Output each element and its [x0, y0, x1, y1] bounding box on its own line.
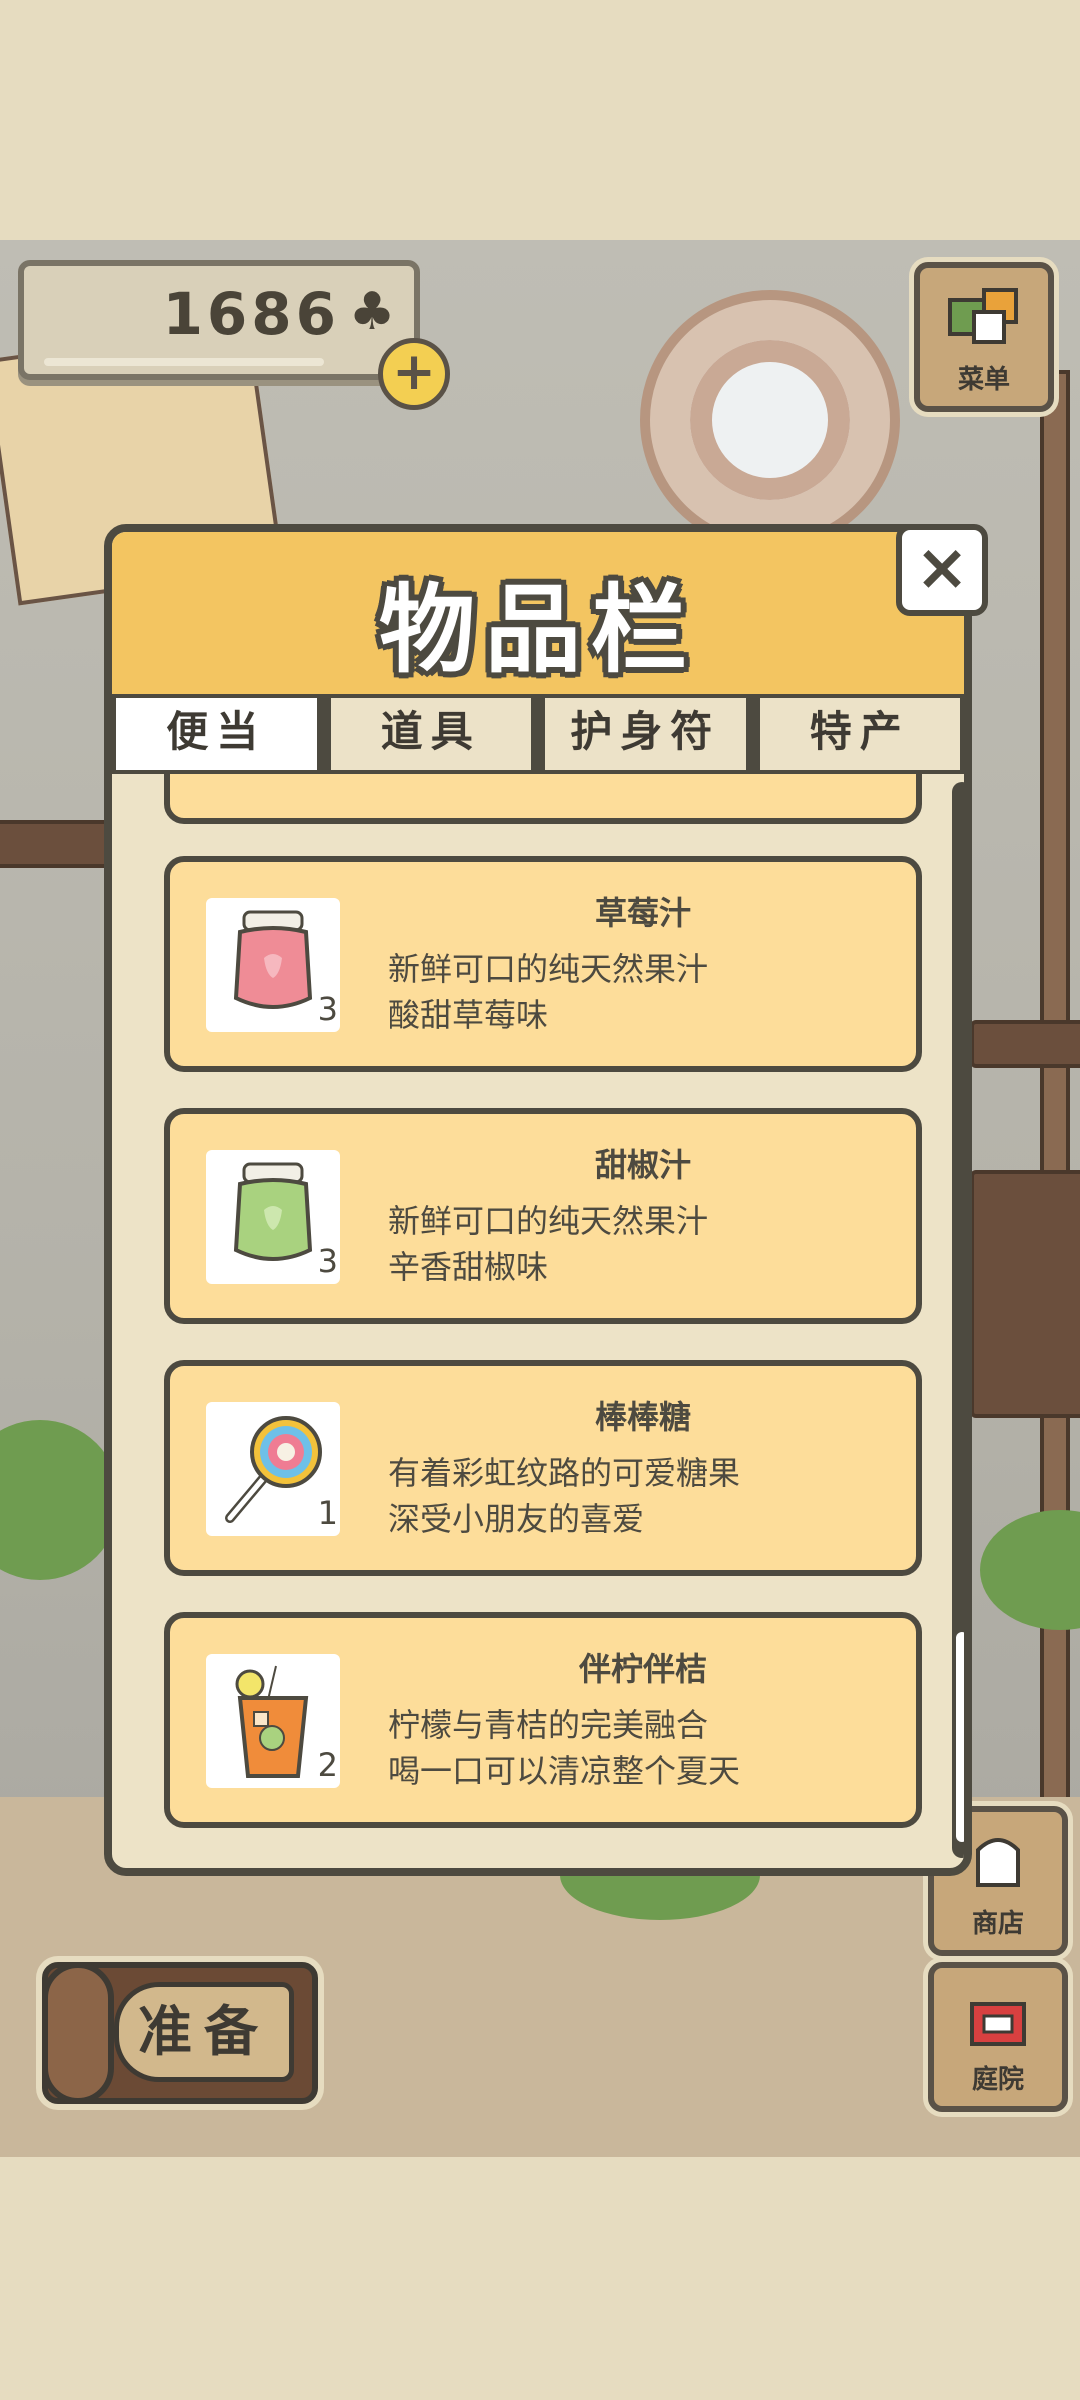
list-item[interactable]: 3 草莓汁 新鲜可口的纯天然果汁 酸甜草莓味	[164, 856, 922, 1072]
item-desc-line: 新鲜可口的纯天然果汁	[388, 1202, 709, 1240]
close-button[interactable]: ×	[896, 524, 988, 616]
clover-bar	[44, 358, 324, 366]
shelf-left	[0, 820, 118, 868]
clover-count: 1686	[162, 280, 340, 348]
grass-patch	[0, 1420, 120, 1580]
menu-label: 菜单	[957, 365, 1010, 395]
item-thumb: 1	[206, 1402, 340, 1536]
tab-bento[interactable]: 便当	[112, 694, 321, 774]
item-thumb: 2	[206, 1654, 340, 1788]
item-quantity: 1	[317, 1494, 338, 1532]
scrollbar-track[interactable]	[952, 782, 964, 1858]
grass-patch	[980, 1510, 1080, 1630]
item-name: 草莓汁	[594, 894, 691, 932]
item-desc-line: 喝一口可以清凉整个夏天	[388, 1752, 741, 1790]
add-clover-button[interactable]: +	[378, 338, 450, 410]
table-right	[970, 1170, 1080, 1418]
item-name: 伴柠伴桔	[578, 1650, 707, 1688]
shop-label: 商店	[971, 1909, 1024, 1939]
garden-house-icon	[970, 2002, 1026, 2046]
tab-tools[interactable]: 道具	[326, 694, 535, 774]
item-description: 有着彩虹纹路的可爱糖果 深受小朋友的喜爱	[388, 1450, 740, 1542]
item-desc-line: 有着彩虹纹路的可爱糖果	[388, 1454, 741, 1492]
item-quantity: 3	[317, 990, 338, 1028]
modal-header: 物品栏	[112, 532, 964, 694]
item-thumb: 3	[206, 1150, 340, 1284]
item-desc-line: 新鲜可口的纯天然果汁	[388, 950, 709, 988]
item-desc-line: 辛香甜椒味	[388, 1248, 549, 1286]
tab-specialty[interactable]: 特产	[755, 694, 964, 774]
item-thumb: 3	[206, 898, 340, 1032]
tab-charms[interactable]: 护身符	[541, 694, 750, 774]
garden-button[interactable]: 庭院	[928, 1962, 1068, 2112]
menu-icon	[948, 288, 1018, 344]
list-item-partial[interactable]	[164, 774, 922, 824]
inventory-modal: 物品栏 便当 道具 护身符 特产 3 草莓汁 新鲜可口的纯天然果汁 酸甜草莓味	[104, 524, 972, 1876]
item-desc-line: 深受小朋友的喜爱	[388, 1500, 645, 1538]
item-description: 新鲜可口的纯天然果汁 酸甜草莓味	[388, 946, 708, 1038]
item-quantity: 2	[317, 1746, 338, 1784]
prepare-label: 准备	[114, 1982, 294, 2082]
tab-bar: 便当 道具 护身符 特产	[112, 694, 964, 774]
round-window	[640, 290, 900, 550]
item-name: 甜椒汁	[594, 1146, 691, 1184]
item-quantity: 3	[317, 1242, 338, 1280]
item-list[interactable]: 3 草莓汁 新鲜可口的纯天然果汁 酸甜草莓味 3 甜椒汁 新鲜可口的纯天然果汁 …	[112, 774, 964, 1868]
list-item[interactable]: 3 甜椒汁 新鲜可口的纯天然果汁 辛香甜椒味	[164, 1108, 922, 1324]
clover-counter: 1686 ♣	[18, 260, 420, 380]
modal-title: 物品栏	[379, 574, 697, 686]
item-name: 棒棒糖	[594, 1398, 691, 1436]
scrollbar-thumb[interactable]	[956, 1632, 964, 1842]
prepare-button[interactable]: 准备	[42, 1962, 318, 2104]
clover-icon: ♣	[348, 282, 396, 342]
list-item[interactable]: 2 伴柠伴桔 柠檬与青桔的完美融合 喝一口可以清凉整个夏天	[164, 1612, 922, 1828]
item-description: 新鲜可口的纯天然果汁 辛香甜椒味	[388, 1198, 708, 1290]
menu-button[interactable]: 菜单	[914, 262, 1054, 412]
item-description: 柠檬与青桔的完美融合 喝一口可以清凉整个夏天	[388, 1702, 740, 1794]
shelf-right	[970, 1020, 1080, 1068]
item-desc-line: 酸甜草莓味	[388, 996, 549, 1034]
list-item[interactable]: 1 棒棒糖 有着彩虹纹路的可爱糖果 深受小朋友的喜爱	[164, 1360, 922, 1576]
log-end	[42, 1962, 114, 2104]
garden-label: 庭院	[971, 2065, 1024, 2095]
item-desc-line: 柠檬与青桔的完美融合	[388, 1706, 709, 1744]
